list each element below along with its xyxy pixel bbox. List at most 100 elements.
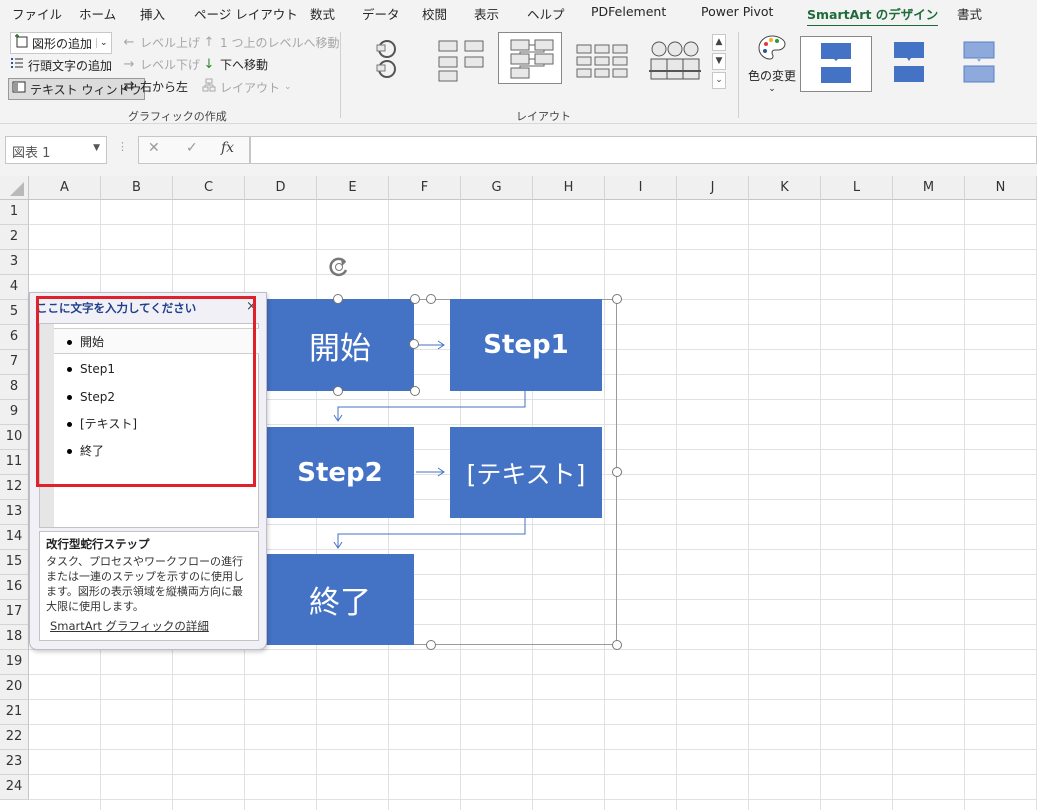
move-up-label: 1 つ上のレベルへ移動: [220, 36, 340, 50]
right-to-left-button[interactable]: ⇄ 右から左: [122, 78, 188, 95]
row-header-6[interactable]: 6: [0, 325, 29, 350]
column-header-i[interactable]: I: [605, 176, 677, 200]
column-header-g[interactable]: G: [461, 176, 533, 200]
more-options-icon: ⋮: [117, 140, 128, 153]
tab-pdfelement[interactable]: PDFelement: [591, 4, 666, 19]
row-header-1[interactable]: 1: [0, 200, 29, 225]
row-header-10[interactable]: 10: [0, 425, 29, 450]
tab-smartart-design[interactable]: SmartArt のデザイン: [807, 4, 939, 27]
row-header-21[interactable]: 21: [0, 700, 29, 725]
row-header-15[interactable]: 15: [0, 550, 29, 575]
layout-option-bending-process[interactable]: [428, 32, 492, 84]
column-header-c[interactable]: C: [173, 176, 245, 200]
smartart-box-start[interactable]: 開始: [266, 299, 414, 391]
smartart-box-step1[interactable]: Step1: [450, 299, 602, 391]
gallery-scroll-up[interactable]: ▲: [712, 34, 726, 51]
tab-review[interactable]: 校閲: [422, 4, 447, 23]
add-shape-button[interactable]: 図形の追加 ⌄: [10, 32, 112, 54]
rotate-handle[interactable]: [326, 254, 352, 283]
row-header-3[interactable]: 3: [0, 250, 29, 275]
smartart-details-link[interactable]: SmartArt グラフィックの詳細: [50, 618, 209, 634]
resize-handle[interactable]: [612, 467, 622, 477]
layout-option-circle-process[interactable]: [642, 32, 706, 84]
resize-handle[interactable]: [410, 386, 420, 396]
column-header-j[interactable]: J: [677, 176, 749, 200]
style-option-3[interactable]: [944, 36, 1016, 92]
tab-file[interactable]: ファイル: [12, 4, 62, 23]
tab-data[interactable]: データ: [362, 4, 400, 23]
gallery-scroll-down[interactable]: ▼: [712, 53, 726, 70]
tab-page-layout[interactable]: ページ レイアウト: [194, 4, 298, 23]
row-header-23[interactable]: 23: [0, 750, 29, 775]
formula-input[interactable]: [250, 136, 1037, 164]
layout-option-grid-process[interactable]: [570, 32, 634, 84]
column-header-b[interactable]: B: [101, 176, 173, 200]
tab-format[interactable]: 書式: [957, 4, 982, 23]
tab-formulas[interactable]: 数式: [310, 4, 335, 23]
style-option-2[interactable]: [874, 36, 946, 92]
chevron-down-icon[interactable]: ⌄: [96, 38, 108, 48]
resize-handle[interactable]: [333, 294, 343, 304]
row-header-2[interactable]: 2: [0, 225, 29, 250]
row-header-5[interactable]: 5: [0, 300, 29, 325]
tab-home[interactable]: ホーム: [79, 4, 116, 23]
column-header-d[interactable]: D: [245, 176, 317, 200]
row-header-17[interactable]: 17: [0, 600, 29, 625]
promote-button[interactable]: ← レベル上げ: [122, 34, 200, 51]
smartart-box-text[interactable]: [テキスト]: [450, 427, 602, 518]
name-box[interactable]: 図表 1 ▼: [5, 136, 107, 164]
column-header-k[interactable]: K: [749, 176, 821, 200]
row-header-12[interactable]: 12: [0, 475, 29, 500]
style-option-1[interactable]: [800, 36, 872, 92]
move-down-button[interactable]: ↓ 下へ移動: [202, 56, 268, 73]
row-header-16[interactable]: 16: [0, 575, 29, 600]
smartart-box-step2[interactable]: Step2: [266, 427, 414, 518]
resize-handle[interactable]: [409, 339, 419, 349]
row-header-18[interactable]: 18: [0, 625, 29, 650]
insert-function-icon[interactable]: fx: [221, 140, 234, 156]
resize-handle[interactable]: [333, 386, 343, 396]
row-header-20[interactable]: 20: [0, 675, 29, 700]
row-header-7[interactable]: 7: [0, 350, 29, 375]
column-header-l[interactable]: L: [821, 176, 893, 200]
resize-handle[interactable]: [612, 294, 622, 304]
tab-insert[interactable]: 挿入: [140, 4, 165, 23]
column-header-a[interactable]: A: [29, 176, 101, 200]
row-header-24[interactable]: 24: [0, 775, 29, 800]
column-header-n[interactable]: N: [965, 176, 1037, 200]
select-all-button[interactable]: [0, 176, 29, 200]
row-header-11[interactable]: 11: [0, 450, 29, 475]
demote-label: レベル下げ: [140, 58, 201, 72]
move-up-button[interactable]: ↑ 1 つ上のレベルへ移動: [202, 34, 340, 51]
cancel-icon[interactable]: ✕: [148, 140, 160, 156]
row-header-8[interactable]: 8: [0, 375, 29, 400]
add-bullet-button[interactable]: 行頭文字の追加: [10, 56, 112, 74]
layout-option-circular[interactable]: [356, 32, 420, 84]
layout-dropdown-button[interactable]: レイアウト ⌄: [202, 78, 292, 96]
change-colors-button[interactable]: 色の変更 ⌄: [748, 34, 796, 94]
layout-option-repeating-bending-process[interactable]: [498, 32, 562, 84]
column-header-f[interactable]: F: [389, 176, 461, 200]
column-header-m[interactable]: M: [893, 176, 965, 200]
row-header-13[interactable]: 13: [0, 500, 29, 525]
tab-help[interactable]: ヘルプ: [527, 4, 565, 23]
chevron-down-icon[interactable]: ▼: [93, 143, 100, 153]
row-header-9[interactable]: 9: [0, 400, 29, 425]
grid-column-line: [676, 200, 677, 810]
enter-icon[interactable]: ✓: [186, 140, 198, 156]
resize-handle[interactable]: [426, 294, 436, 304]
smartart-box-end[interactable]: 終了: [266, 554, 414, 645]
resize-handle[interactable]: [612, 640, 622, 650]
column-header-h[interactable]: H: [533, 176, 605, 200]
column-header-e[interactable]: E: [317, 176, 389, 200]
row-header-14[interactable]: 14: [0, 525, 29, 550]
resize-handle[interactable]: [410, 294, 420, 304]
tab-view[interactable]: 表示: [474, 4, 499, 23]
tab-power-pivot[interactable]: Power Pivot: [701, 4, 773, 19]
resize-handle[interactable]: [426, 640, 436, 650]
gallery-expand[interactable]: ⌄: [712, 72, 726, 89]
demote-button[interactable]: → レベル下げ: [122, 56, 200, 73]
row-header-4[interactable]: 4: [0, 275, 29, 300]
row-header-22[interactable]: 22: [0, 725, 29, 750]
row-header-19[interactable]: 19: [0, 650, 29, 675]
